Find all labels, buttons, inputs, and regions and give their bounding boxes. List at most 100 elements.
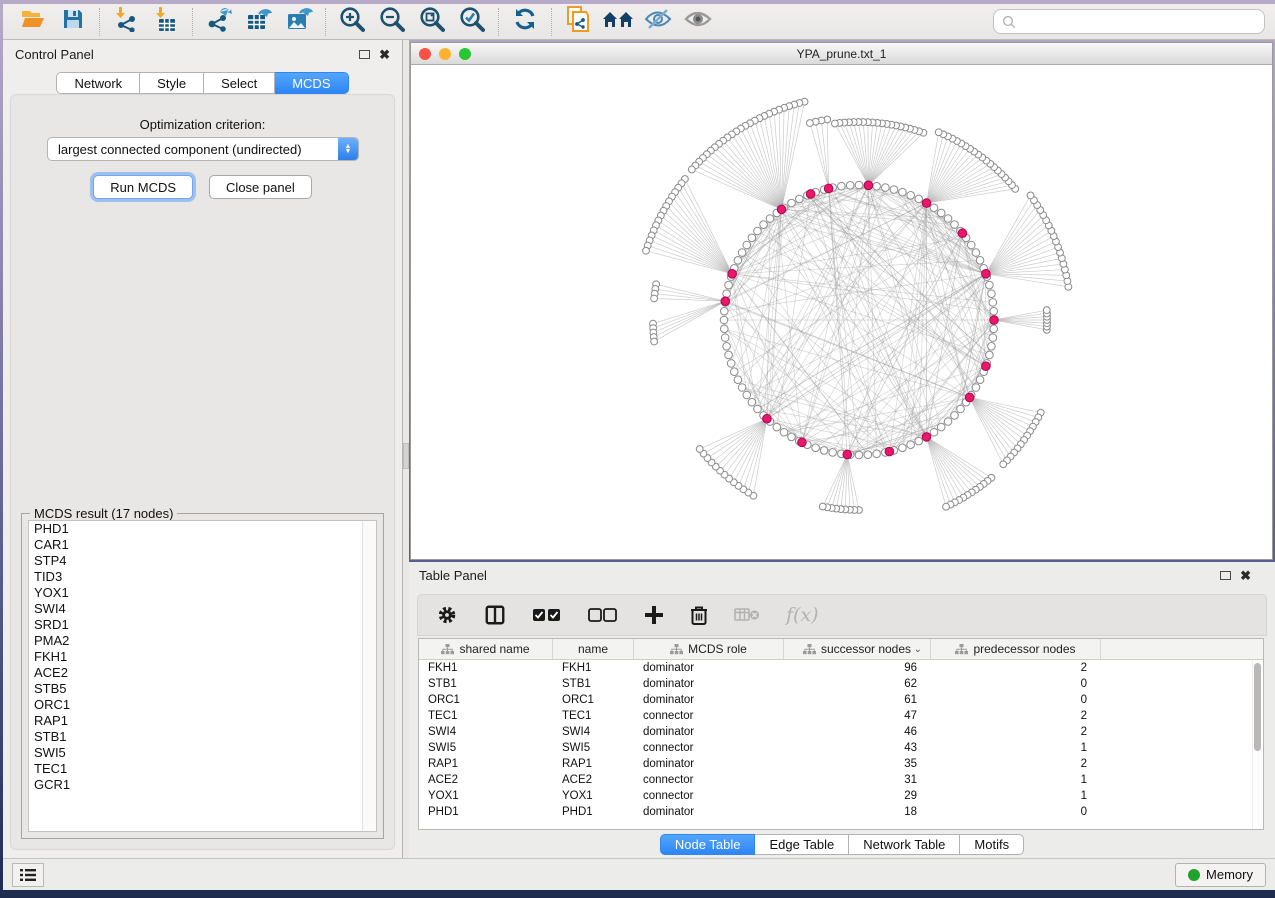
graph-node[interactable] bbox=[720, 307, 728, 315]
graph-node[interactable] bbox=[754, 405, 762, 413]
graph-node[interactable] bbox=[864, 451, 872, 459]
graph-node[interactable] bbox=[788, 433, 796, 441]
graph-node[interactable] bbox=[820, 447, 828, 455]
deselect-all-icon[interactable] bbox=[588, 608, 618, 622]
graph-node[interactable] bbox=[990, 325, 998, 333]
graph-node[interactable] bbox=[915, 195, 923, 203]
mcds-result-item[interactable]: STP4 bbox=[29, 553, 376, 569]
mcds-list-scrollbar[interactable] bbox=[362, 521, 376, 831]
table-row[interactable]: ACE2ACE2connector311 bbox=[419, 772, 1263, 788]
run-mcds-button[interactable]: Run MCDS bbox=[93, 175, 193, 199]
graph-node[interactable] bbox=[951, 412, 959, 420]
graph-mcds-hub-node[interactable] bbox=[965, 393, 974, 402]
graph-node[interactable] bbox=[899, 444, 907, 452]
graph-node[interactable] bbox=[780, 428, 788, 436]
table-row[interactable]: FKH1FKH1dominator962 bbox=[419, 660, 1263, 676]
graph-mcds-hub-node[interactable] bbox=[728, 270, 737, 279]
select-all-icon[interactable] bbox=[532, 608, 562, 622]
graph-node[interactable] bbox=[730, 368, 738, 376]
network-window-titlebar[interactable]: YPA_prune.txt_1 bbox=[411, 43, 1272, 65]
import-table-button[interactable] bbox=[146, 6, 186, 38]
graph-node[interactable] bbox=[846, 181, 854, 189]
graph-node[interactable] bbox=[788, 199, 796, 207]
mcds-result-item[interactable]: STB5 bbox=[29, 681, 376, 697]
graph-node[interactable] bbox=[873, 450, 881, 458]
close-panel-icon[interactable]: ✖ bbox=[1240, 569, 1251, 582]
graph-node[interactable] bbox=[734, 256, 742, 264]
graph-node[interactable] bbox=[899, 188, 907, 196]
task-history-button[interactable] bbox=[12, 863, 44, 887]
table-row[interactable]: PHD1PHD1dominator180 bbox=[419, 804, 1263, 820]
node-table[interactable]: shared namenameMCDS rolesuccessor nodes⌄… bbox=[418, 638, 1264, 830]
graph-leaf-node[interactable] bbox=[1027, 192, 1034, 199]
graph-node[interactable] bbox=[990, 307, 998, 315]
graph-node[interactable] bbox=[766, 215, 774, 223]
tab-mcds[interactable]: MCDS bbox=[275, 72, 348, 94]
graph-node[interactable] bbox=[988, 343, 996, 351]
column-header-successor-nodes[interactable]: successor nodes⌄ bbox=[784, 639, 931, 659]
graph-leaf-node[interactable] bbox=[831, 120, 838, 127]
mcds-result-item[interactable]: CAR1 bbox=[29, 537, 376, 553]
float-panel-icon[interactable] bbox=[359, 50, 370, 59]
graph-node[interactable] bbox=[738, 249, 746, 257]
graph-node[interactable] bbox=[957, 405, 965, 413]
graph-node[interactable] bbox=[976, 256, 984, 264]
zoom-in-button[interactable] bbox=[332, 6, 372, 38]
hide-selected-button[interactable] bbox=[638, 6, 678, 38]
graph-leaf-node[interactable] bbox=[943, 503, 950, 510]
graph-node[interactable] bbox=[915, 437, 923, 445]
table-row[interactable]: SWI5SWI5connector431 bbox=[419, 740, 1263, 756]
graph-mcds-hub-node[interactable] bbox=[864, 181, 873, 190]
mcds-result-item[interactable]: PMA2 bbox=[29, 633, 376, 649]
tab-node-table[interactable]: Node Table bbox=[660, 834, 756, 855]
tab-style[interactable]: Style bbox=[140, 72, 204, 94]
duplicate-network-button[interactable] bbox=[558, 6, 598, 38]
graph-mcds-hub-node[interactable] bbox=[777, 205, 786, 214]
graph-node[interactable] bbox=[986, 281, 994, 289]
table-row[interactable]: TEC1TEC1connector472 bbox=[419, 708, 1263, 724]
graph-mcds-hub-node[interactable] bbox=[922, 199, 931, 208]
mcds-result-item[interactable]: TID3 bbox=[29, 569, 376, 585]
graph-node[interactable] bbox=[972, 249, 980, 257]
graph-node[interactable] bbox=[937, 423, 945, 431]
mcds-result-item[interactable]: ORC1 bbox=[29, 697, 376, 713]
graph-node[interactable] bbox=[930, 428, 938, 436]
graph-node[interactable] bbox=[723, 290, 731, 298]
graph-node[interactable] bbox=[734, 376, 742, 384]
mcds-result-item[interactable]: YOX1 bbox=[29, 585, 376, 601]
table-row[interactable]: ORC1ORC1dominator610 bbox=[419, 692, 1263, 708]
scrollbar-thumb[interactable] bbox=[1254, 663, 1261, 751]
graph-node[interactable] bbox=[890, 186, 898, 194]
graph-leaf-node[interactable] bbox=[806, 120, 813, 127]
network-canvas[interactable] bbox=[411, 65, 1272, 559]
delete-column-icon[interactable] bbox=[690, 605, 708, 626]
graph-node[interactable] bbox=[748, 234, 756, 242]
graph-leaf-node[interactable] bbox=[651, 338, 658, 345]
graph-mcds-hub-node[interactable] bbox=[958, 229, 967, 238]
optimization-criterion-select[interactable]: largest connected component (undirected)… bbox=[47, 137, 359, 161]
add-column-icon[interactable] bbox=[644, 605, 664, 625]
column-header-name[interactable]: name bbox=[553, 639, 634, 659]
close-panel-button[interactable]: Close panel bbox=[209, 175, 312, 199]
export-network-button[interactable] bbox=[199, 6, 239, 38]
graph-node[interactable] bbox=[773, 423, 781, 431]
graph-leaf-node[interactable] bbox=[1043, 307, 1050, 314]
mcds-result-item[interactable]: GCR1 bbox=[29, 777, 376, 793]
column-settings-icon[interactable] bbox=[436, 604, 458, 626]
column-header-predecessor-nodes[interactable]: predecessor nodes bbox=[931, 639, 1101, 659]
mcds-result-item[interactable]: STB1 bbox=[29, 729, 376, 745]
graph-leaf-node[interactable] bbox=[651, 295, 658, 302]
mcds-result-item[interactable]: SWI5 bbox=[29, 745, 376, 761]
save-session-button[interactable] bbox=[53, 6, 93, 38]
graph-leaf-node[interactable] bbox=[643, 247, 650, 254]
graph-mcds-hub-node[interactable] bbox=[843, 450, 852, 459]
refresh-layout-button[interactable] bbox=[505, 6, 545, 38]
graph-leaf-node[interactable] bbox=[819, 503, 826, 510]
graph-node[interactable] bbox=[944, 418, 952, 426]
tab-motifs[interactable]: Motifs bbox=[960, 834, 1024, 855]
memory-button[interactable]: Memory bbox=[1175, 863, 1266, 887]
tab-network-table[interactable]: Network Table bbox=[849, 834, 960, 855]
mcds-result-item[interactable]: PHD1 bbox=[29, 521, 376, 537]
show-all-button[interactable] bbox=[678, 6, 718, 38]
zoom-out-button[interactable] bbox=[372, 6, 412, 38]
